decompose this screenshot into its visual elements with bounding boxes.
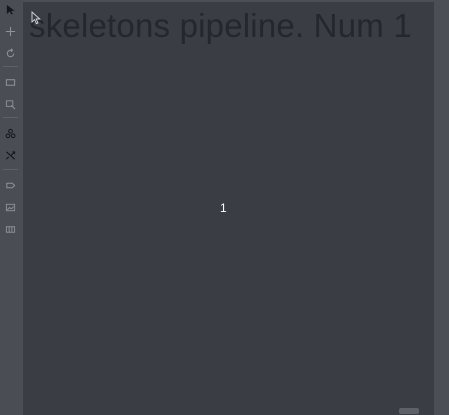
select-arrow-icon[interactable] bbox=[2, 1, 19, 18]
toolbar-divider bbox=[3, 117, 18, 118]
rectangle-icon[interactable] bbox=[2, 74, 19, 91]
group-icon[interactable] bbox=[2, 125, 19, 142]
app-window: skeletons pipeline. Num 1 1 bbox=[0, 0, 449, 415]
left-toolbar bbox=[0, 0, 21, 415]
image-icon[interactable] bbox=[2, 199, 19, 216]
tag-icon[interactable] bbox=[2, 177, 19, 194]
canvas-corner-handle[interactable] bbox=[399, 408, 419, 414]
annotation-canvas[interactable]: skeletons pipeline. Num 1 1 bbox=[23, 2, 434, 415]
mouse-cursor-icon bbox=[31, 11, 41, 25]
split-icon[interactable] bbox=[2, 147, 19, 164]
rotate-icon[interactable] bbox=[2, 45, 19, 62]
canvas-center-label: 1 bbox=[220, 201, 227, 215]
right-gutter bbox=[434, 0, 449, 415]
area-select-icon[interactable] bbox=[2, 96, 19, 113]
move-icon[interactable] bbox=[2, 23, 19, 40]
canvas-title: skeletons pipeline. Num 1 bbox=[29, 7, 412, 44]
grid-icon[interactable] bbox=[2, 221, 19, 238]
toolbar-divider bbox=[3, 169, 18, 170]
toolbar-divider bbox=[3, 66, 18, 67]
